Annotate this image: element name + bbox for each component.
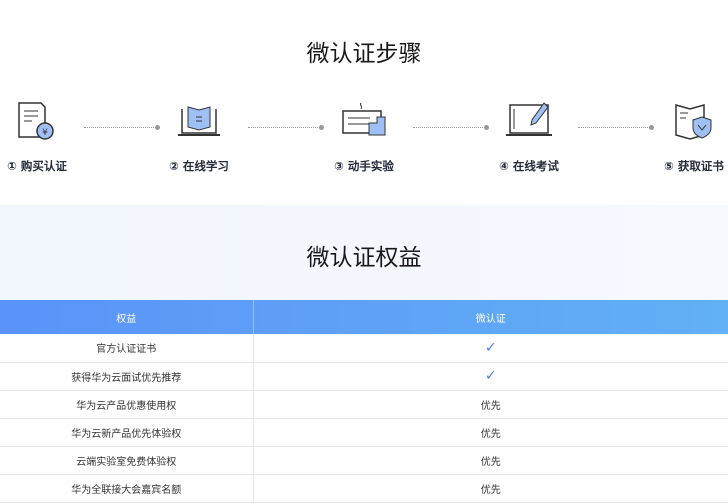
value-cell: 优先 — [253, 390, 728, 419]
table-row: 云端实验室免费体验权 优先 — [0, 446, 728, 475]
step-label: ④ 在线考试 — [499, 159, 559, 173]
value-cell: 优先 — [253, 418, 728, 447]
svg-text:¥: ¥ — [42, 128, 48, 138]
table-row: 华为全联接大会嘉宾名额 优先 — [0, 474, 728, 503]
step-exam: ④ 在线考试 — [469, 96, 589, 174]
step-label: ① 购买认证 — [7, 159, 67, 173]
certificate-shield-icon — [634, 96, 728, 146]
step-label: ③ 动手实验 — [334, 159, 394, 173]
step-label: ② 在线学习 — [169, 159, 229, 173]
benefits-title: 微认证权益 — [306, 245, 422, 271]
table-row: 官方认证证书 ✓ — [0, 334, 728, 363]
benefit-cell: 华为云新产品优先体验权 — [0, 418, 254, 447]
column-header-micro-cert: 微认证 — [475, 313, 506, 325]
benefit-cell: 云端实验室免费体验权 — [0, 446, 254, 475]
step-learn: ② 在线学习 — [139, 96, 259, 174]
document-yen-icon: ¥ — [0, 96, 97, 146]
step-buy: ¥ ① 购买认证 — [0, 96, 97, 174]
check-icon: ✓ — [253, 362, 728, 391]
benefit-cell: 获得华为云面试优先推荐 — [0, 362, 254, 391]
benefit-cell: 官方认证证书 — [0, 334, 254, 363]
benefit-cell: 华为云产品优惠使用权 — [0, 390, 254, 419]
benefit-cell: 华为全联接大会嘉宾名额 — [0, 474, 254, 503]
laptop-book-icon — [139, 96, 259, 146]
steps-title: 微认证步骤 — [306, 41, 422, 67]
step-certificate: ⑤ 获取证书 — [634, 96, 728, 174]
check-icon: ✓ — [253, 334, 728, 363]
value-cell: 优先 — [253, 446, 728, 475]
step-lab: ③ 动手实验 — [304, 96, 424, 174]
column-header-benefit: 权益 — [0, 300, 254, 334]
benefits-table: 权益 微认证 官方认证证书 ✓ 获得华为云面试优先推荐 ✓ 华为云产品优惠使用权 优先… — [0, 300, 728, 503]
table-row: 华为云产品优惠使用权 优先 — [0, 390, 728, 419]
keyboard-lab-icon — [304, 96, 424, 146]
table-row: 获得华为云面试优先推荐 ✓ — [0, 362, 728, 391]
laptop-pen-icon — [469, 96, 589, 146]
table-row: 华为云新产品优先体验权 优先 — [0, 418, 728, 447]
step-label: ⑤ 获取证书 — [664, 159, 724, 173]
value-cell: 优先 — [253, 474, 728, 503]
table-header-row: 权益 微认证 — [0, 300, 728, 334]
